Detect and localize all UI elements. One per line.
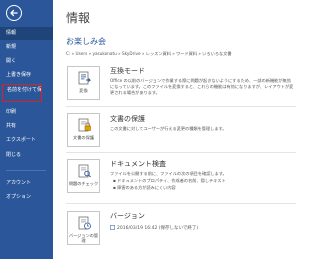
sidebar-item-options[interactable]: オプション <box>0 191 53 204</box>
sidebar-item-save[interactable]: 上書き保存 <box>0 69 53 82</box>
lock-document-icon <box>78 118 91 132</box>
versions-document-icon <box>78 216 91 230</box>
section-divider <box>66 106 296 107</box>
word-backstage-info: 情報 新規 開く 上書き保存 名前を付けて保存 印刷 共有 エクスポート 閉じる… <box>0 0 300 259</box>
protect-document-button-label: 文書の保護 <box>73 135 94 140</box>
back-button[interactable] <box>6 5 22 21</box>
protect-document-description: この文書に対してユーザーが行える変更の種類を管理します。 <box>110 126 227 131</box>
sidebar-item-new[interactable]: 新規 <box>0 41 53 54</box>
check-for-issues-button[interactable]: 問題のチェック <box>67 159 100 193</box>
sidebar-item-print[interactable]: 印刷 <box>0 106 53 119</box>
sidebar-item-close[interactable]: 閉じる <box>0 149 53 162</box>
manage-versions-button-label: バージョンの管理 <box>68 233 99 243</box>
sidebar-divider <box>6 170 46 171</box>
convert-document-icon <box>78 71 92 85</box>
document-title: お楽しみ会 <box>66 37 106 46</box>
protect-document-button[interactable]: 文書の保護 <box>67 113 100 147</box>
version-entry[interactable]: 2016/03/19 16:42 (保存しないで終了) <box>110 225 198 231</box>
back-arrow-icon <box>10 9 18 17</box>
info-panel: 情報 お楽しみ会 C: » Users » yasukonatu » SkyDr… <box>53 0 300 259</box>
protect-document-title: 文書の保護 <box>110 115 145 123</box>
inspect-document-description: ファイルを公開する前に、ファイルの次の項目を確認します。 <box>110 171 227 176</box>
compat-mode-title: 互換モード <box>110 67 145 75</box>
sidebar-item-info[interactable]: 情報 <box>0 27 53 40</box>
inspect-document-icon <box>78 164 91 178</box>
inspect-document-title: ドキュメント検査 <box>110 160 166 168</box>
sidebar-item-save-as[interactable]: 名前を付けて保存 <box>2 84 42 102</box>
inspect-bullet-item: ▪ ドキュメントのプロパティ、作成者の名前、隠しテキスト <box>113 178 226 183</box>
convert-button-label: 変換 <box>79 88 88 93</box>
sidebar-item-share[interactable]: 共有 <box>0 120 53 133</box>
sidebar-item-account[interactable]: アカウント <box>0 177 53 190</box>
manage-versions-button[interactable]: バージョンの管理 <box>67 211 100 245</box>
sidebar-item-open[interactable]: 開く <box>0 55 53 68</box>
versions-title: バージョン <box>110 212 145 220</box>
sidebar-item-export[interactable]: エクスポート <box>0 134 53 147</box>
backstage-sidebar: 情報 新規 開く 上書き保存 名前を付けて保存 印刷 共有 エクスポート 閉じる… <box>0 0 53 259</box>
page-title: 情報 <box>66 11 91 25</box>
document-small-icon <box>110 225 115 230</box>
document-path: C: » Users » yasukonatu » SkyDrive » レッス… <box>66 51 232 56</box>
convert-button[interactable]: 変換 <box>67 66 100 100</box>
section-divider <box>66 203 296 204</box>
inspect-bullet-item: ▪ 障害のある方が読みにくい内容 <box>113 185 176 190</box>
compat-mode-description: Office の以前のバージョンで作業する際に問題が起きないようにするため、一部… <box>110 78 294 95</box>
section-divider <box>66 152 296 153</box>
check-for-issues-button-label: 問題のチェック <box>68 181 99 186</box>
